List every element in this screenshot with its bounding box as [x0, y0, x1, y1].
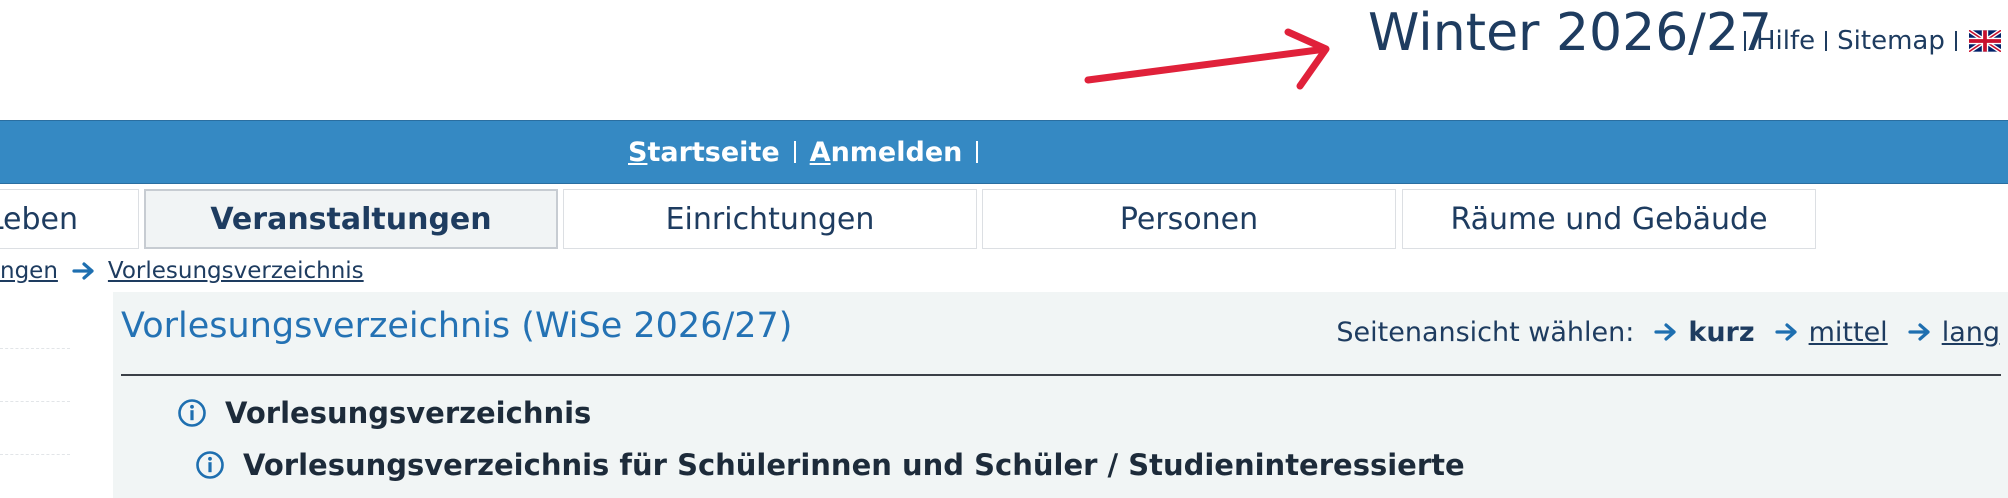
content-panel: Vorlesungsverzeichnis (WiSe 2026/27) Sei…: [113, 292, 2008, 498]
tab-raeume-und-gebaeude[interactable]: Räume und Gebäude: [1402, 189, 1816, 249]
tree-item[interactable]: Vorlesungsverzeichnis: [177, 396, 591, 430]
page-title: Vorlesungsverzeichnis (WiSe 2026/27): [121, 306, 793, 346]
view-option-mittel[interactable]: mittel: [1809, 317, 1888, 348]
title-divider: [121, 374, 2001, 376]
breadcrumb: ngen Vorlesungsverzeichnis: [0, 256, 364, 286]
login-link[interactable]: Anmelden: [810, 137, 963, 168]
view-selector: Seitenansicht wählen: kurz mittel lang: [1336, 312, 2000, 352]
tree-item-label: Vorlesungsverzeichnis: [225, 396, 592, 430]
tab-label: Veranstaltungen: [210, 201, 492, 237]
tab-label: Einrichtungen: [665, 201, 875, 237]
left-column-divider: [0, 348, 70, 349]
info-icon[interactable]: [177, 398, 207, 428]
login-link-label: nmelden: [830, 136, 963, 168]
separator: [976, 141, 979, 163]
tree-item-label: Vorlesungsverzeichnis für Schülerinnen u…: [243, 448, 1465, 482]
tab-einrichtungen[interactable]: Einrichtungen: [563, 189, 977, 249]
home-link-label: tartseite: [647, 136, 780, 168]
arrow-right-icon: [1908, 323, 1930, 341]
view-option-kurz[interactable]: kurz: [1688, 317, 1754, 348]
tab-personen[interactable]: Personen: [982, 189, 1396, 249]
home-link[interactable]: Startseite: [628, 137, 780, 168]
separator: [1954, 31, 1957, 51]
arrow-right-icon: [1654, 323, 1676, 341]
breadcrumb-item-current[interactable]: Vorlesungsverzeichnis: [108, 258, 364, 284]
breadcrumb-item[interactable]: ngen: [0, 258, 58, 284]
top-header: Winter 2026/27 Hilfe Sitemap: [0, 0, 2008, 118]
section-tabs: Leben Veranstaltungen Einrichtungen Pers…: [0, 189, 2008, 251]
tab-veranstaltungen[interactable]: Veranstaltungen: [144, 189, 558, 249]
separator: [1825, 31, 1828, 51]
separator: [1744, 31, 1746, 51]
main-nav-bar: Startseite Anmelden: [0, 120, 2008, 184]
sitemap-link[interactable]: Sitemap: [1837, 26, 1945, 56]
uk-flag-icon[interactable]: [1968, 30, 2001, 52]
arrow-right-icon: [1774, 323, 1797, 341]
tab-label: Personen: [1119, 201, 1259, 237]
tree-item[interactable]: Vorlesungsverzeichnis für Schülerinnen u…: [195, 448, 1465, 482]
info-icon[interactable]: [195, 450, 225, 480]
tab-label: Leben: [0, 201, 78, 237]
nav-links: Startseite Anmelden: [628, 121, 992, 183]
separator: [793, 141, 796, 163]
help-link[interactable]: Hilfe: [1756, 26, 1815, 56]
red-annotation-arrow-icon: [1084, 28, 1330, 90]
view-selector-label: Seitenansicht wählen:: [1336, 316, 1635, 348]
view-option-lang[interactable]: lang: [1942, 317, 2000, 348]
tab-leben[interactable]: Leben: [0, 189, 139, 249]
arrow-right-icon: [72, 262, 94, 280]
utility-links: Hilfe Sitemap: [1734, 24, 2001, 58]
semester-label: Winter 2026/27: [1368, 3, 1772, 63]
home-link-accesskey: S: [628, 136, 648, 168]
left-column-divider: [0, 401, 70, 402]
left-column-divider: [0, 454, 70, 455]
login-link-accesskey: A: [809, 136, 831, 168]
tab-label: Räume und Gebäude: [1450, 201, 1768, 237]
